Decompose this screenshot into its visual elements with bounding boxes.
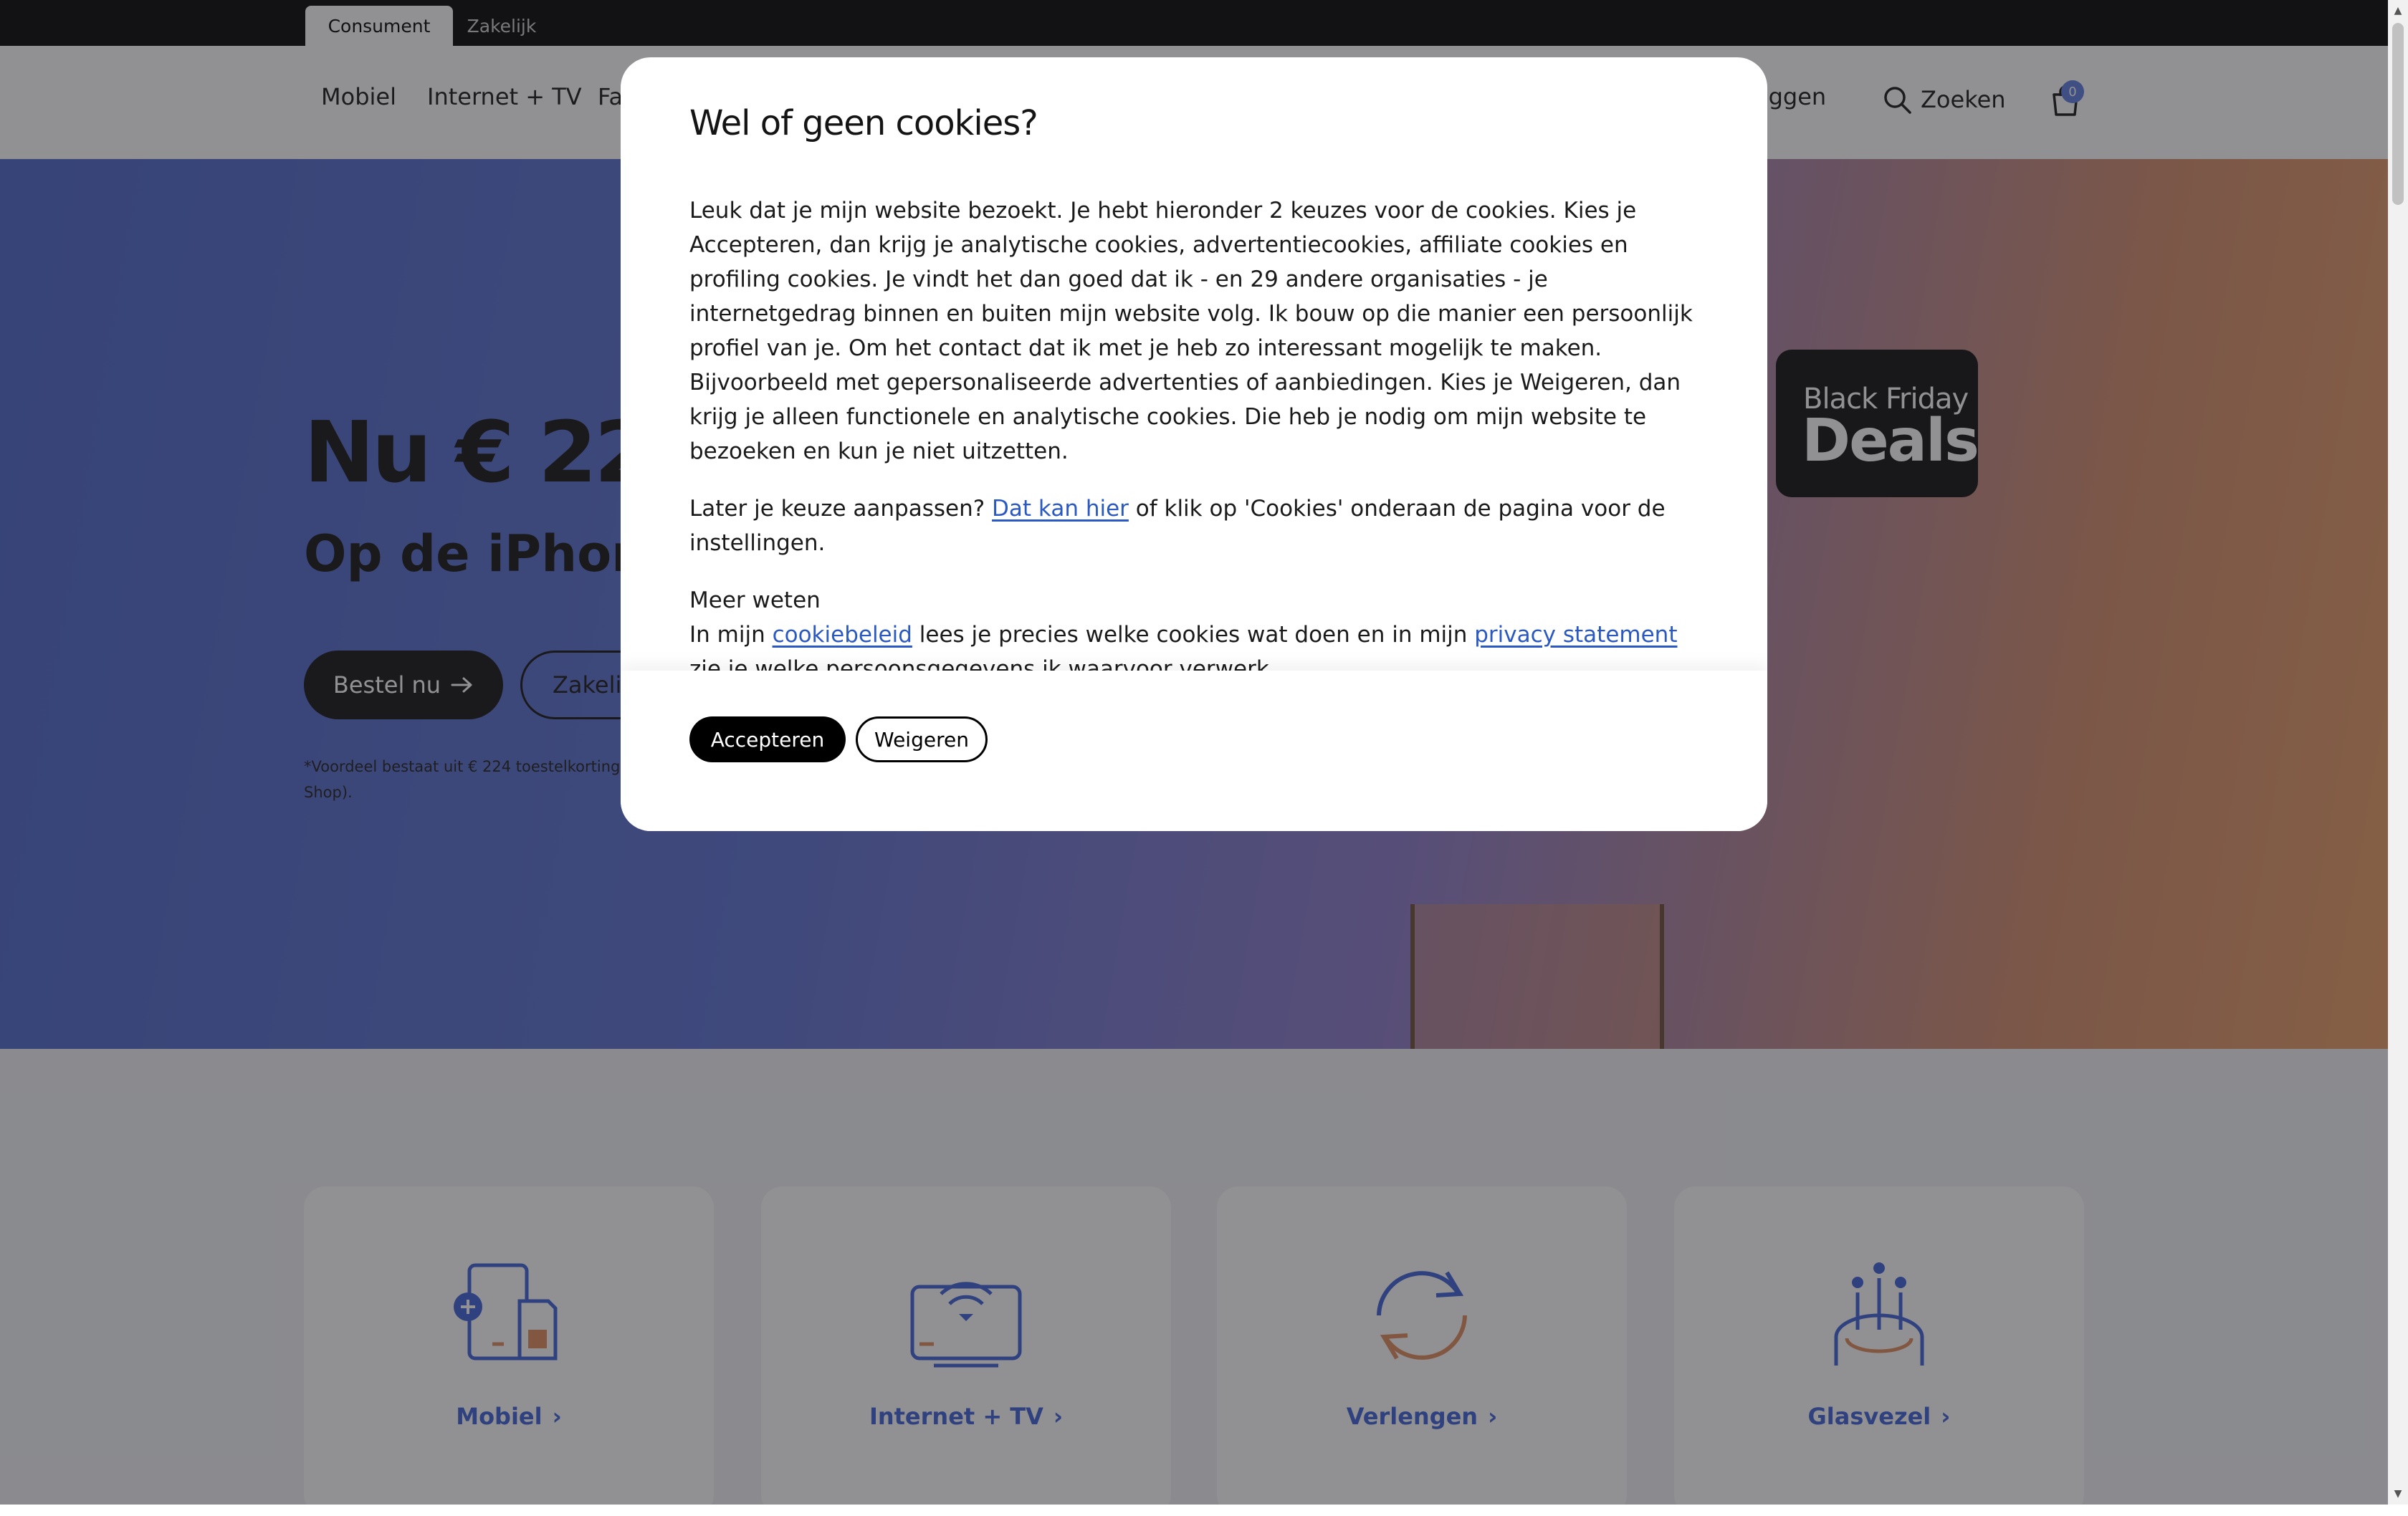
scroll-thumb[interactable]: [2392, 23, 2404, 205]
refuse-button[interactable]: Weigeren: [856, 716, 988, 762]
cookie-policy-link[interactable]: cookiebeleid: [773, 622, 912, 648]
change-settings-link[interactable]: Dat kan hier: [992, 496, 1129, 522]
more-info-before: In mijn: [689, 622, 773, 648]
change-choice-before: Later je keuze aanpassen?: [689, 496, 993, 522]
change-choice-text: Later je keuze aanpassen? Dat kan hier o…: [689, 491, 1700, 560]
dialog-footer: Accepteren Weigeren: [621, 671, 1767, 831]
scroll-down-arrow-icon[interactable]: ▼: [2388, 1483, 2408, 1505]
accept-button[interactable]: Accepteren: [689, 716, 846, 762]
dialog-title: Wel of geen cookies?: [689, 103, 1038, 143]
page-scrollbar[interactable]: ▲ ▼: [2388, 0, 2408, 1505]
privacy-statement-link[interactable]: privacy statement: [1474, 622, 1677, 648]
scroll-up-arrow-icon[interactable]: ▲: [2388, 0, 2408, 21]
dialog-body: Leuk dat je mijn website bezoekt. Je heb…: [689, 193, 1700, 709]
more-info-middle: lees je precies welke cookies wat doen e…: [912, 622, 1475, 648]
cookie-explanation: Leuk dat je mijn website bezoekt. Je heb…: [689, 198, 1693, 464]
more-info-heading: Meer weten: [689, 587, 821, 613]
cookie-consent-dialog: Wel of geen cookies? Leuk dat je mijn we…: [621, 57, 1767, 831]
